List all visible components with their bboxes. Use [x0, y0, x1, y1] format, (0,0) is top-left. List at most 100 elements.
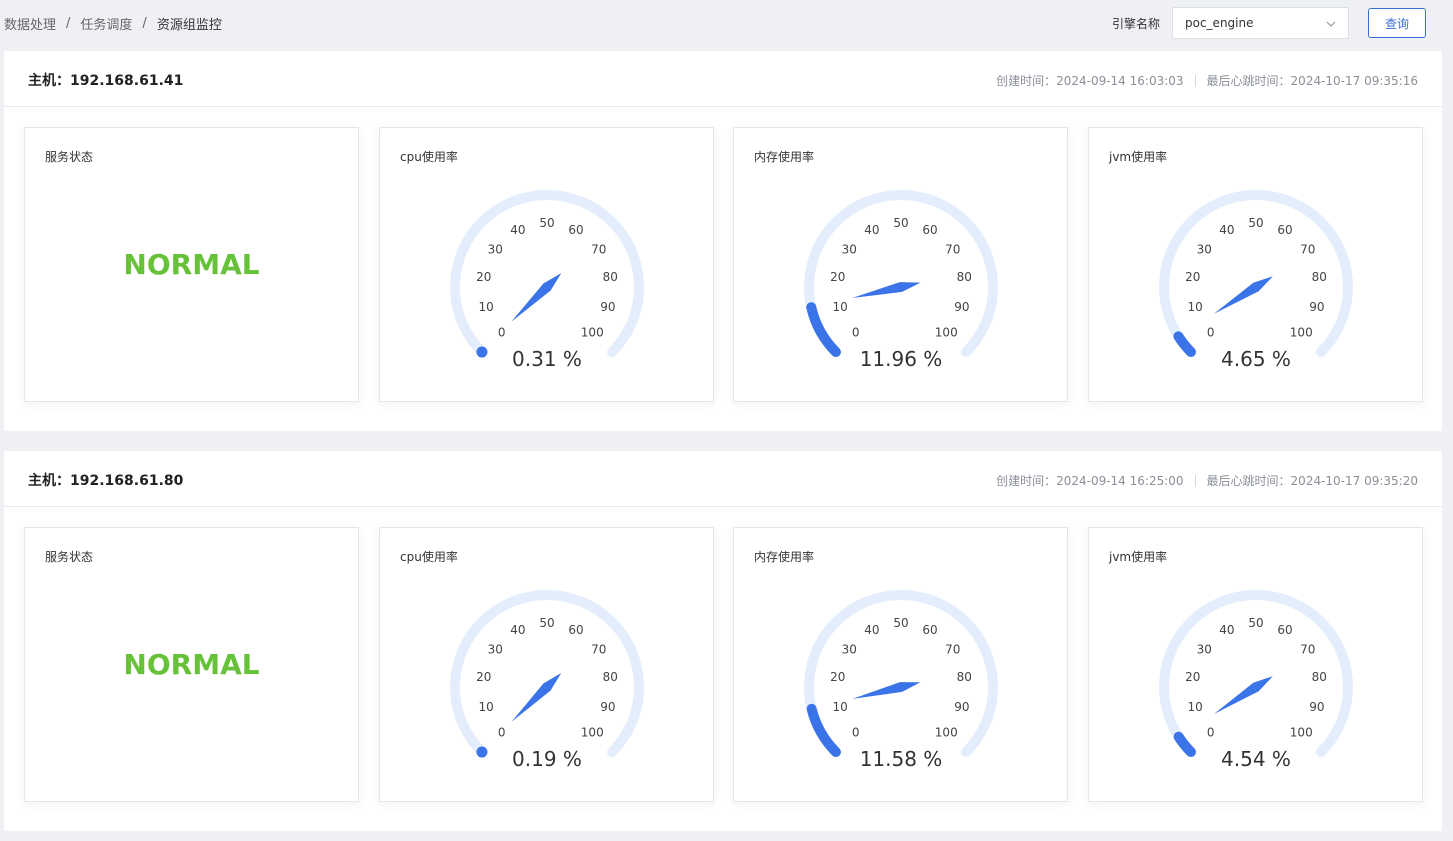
gauge-tick-label: 10 — [1187, 300, 1202, 314]
gauge-tick-label: 100 — [581, 725, 604, 739]
gauge-tick-label: 40 — [510, 223, 525, 237]
gauge-tick-label: 70 — [945, 242, 960, 256]
gauge-value: 4.65 % — [1221, 347, 1291, 371]
gauge-tick-label: 30 — [488, 242, 503, 256]
breadcrumb-item-data-processing[interactable]: 数据处理 — [4, 14, 56, 33]
gauge-tick-label: 60 — [568, 623, 583, 637]
gauge-pointer — [852, 282, 921, 298]
heartbeat-label: 最后心跳时间： — [1206, 74, 1291, 88]
gauge-pointer — [1213, 276, 1273, 314]
gauge-tick-label: 20 — [830, 670, 845, 684]
cpu-gauge: 0 10 20 30 40 50 60 70 80 90 100 0.19 % — [450, 590, 644, 771]
jvm-gauge-card: jvm使用率 0 10 20 30 40 50 60 70 80 90 100 4.54 % — [1088, 527, 1423, 802]
service-status-value: NORMAL — [123, 648, 260, 681]
host-title: 主机：192.168.61.80 — [28, 473, 184, 489]
gauge-tick-label: 50 — [893, 216, 908, 230]
gauge-tick-label: 70 — [1300, 642, 1315, 656]
gauge-tick-label: 30 — [1197, 642, 1212, 656]
host-panel: 主机：192.168.61.80 创建时间： 2024-09-14 16:25:… — [4, 451, 1442, 831]
gauge-tick-label: 10 — [832, 700, 847, 714]
host-header: 主机：192.168.61.41 创建时间： 2024-09-14 16:03:… — [4, 51, 1442, 107]
engine-label: 引擎名称 — [1112, 17, 1161, 31]
meta-divider — [1194, 74, 1196, 87]
gauge-tick-label: 30 — [842, 642, 857, 656]
gauge-tick-label: 10 — [478, 700, 493, 714]
gauge-tick-label: 70 — [591, 242, 606, 256]
gauge-tick-label: 20 — [476, 270, 491, 284]
gauge-value: 11.96 % — [860, 347, 943, 371]
card-title: 服务状态 — [45, 550, 94, 564]
top-bar: 数据处理 / 任务调度 / 资源组监控 引擎名称 poc_engine 查询 — [0, 0, 1453, 47]
memory-gauge: 0 10 20 30 40 50 60 70 80 90 100 11.96 % — [804, 190, 998, 371]
engine-select-value: poc_engine — [1185, 16, 1254, 30]
gauge-progress — [476, 746, 488, 758]
gauge-pointer — [852, 682, 921, 699]
gauge-progress — [1173, 331, 1196, 358]
created-label: 创建时间： — [996, 74, 1057, 88]
gauge-progress — [806, 302, 841, 358]
gauge-tick-label: 40 — [1219, 223, 1234, 237]
gauge-tick-label: 40 — [510, 623, 525, 637]
gauge-tick-label: 0 — [1207, 325, 1215, 339]
chevron-down-icon — [1326, 21, 1336, 27]
gauge-tick-label: 70 — [591, 642, 606, 656]
gauge-tick-label: 20 — [476, 670, 491, 684]
gauge-tick-label: 80 — [1312, 670, 1327, 684]
gauge-tick-label: 60 — [1277, 223, 1292, 237]
gauge-tick-label: 60 — [922, 623, 937, 637]
gauge-tick-label: 0 — [498, 325, 506, 339]
created-label: 创建时间： — [996, 474, 1057, 488]
service-status-card: 服务状态 NORMAL — [24, 527, 359, 802]
gauge-tick-label: 0 — [852, 725, 860, 739]
engine-select[interactable]: poc_engine — [1172, 7, 1349, 39]
gauge-tick-label: 50 — [893, 616, 908, 630]
gauge-tick-label: 90 — [1309, 300, 1324, 314]
gauge-pointer — [1213, 676, 1273, 715]
gauge-tick-label: 10 — [1187, 700, 1202, 714]
gauge-tick-label: 50 — [1248, 216, 1263, 230]
gauge-tick-label: 0 — [852, 325, 860, 339]
gauge-tick-label: 40 — [864, 623, 879, 637]
breadcrumb: 数据处理 / 任务调度 / 资源组监控 — [4, 14, 222, 33]
gauge-tick-label: 80 — [957, 270, 972, 284]
host-panel: 主机：192.168.61.41 创建时间： 2024-09-14 16:03:… — [4, 51, 1442, 431]
gauge-tick-label: 60 — [1277, 623, 1292, 637]
gauge-tick-label: 90 — [1309, 700, 1324, 714]
gauge-tick-label: 100 — [935, 725, 958, 739]
gauge-pointer — [511, 273, 562, 322]
gauge-pointer — [511, 672, 562, 723]
gauge-value: 0.31 % — [512, 347, 582, 371]
gauge-tick-label: 30 — [842, 242, 857, 256]
gauge-tick-label: 10 — [478, 300, 493, 314]
host-meta: 创建时间： 2024-09-14 16:03:03 最后心跳时间： 2024-1… — [996, 72, 1418, 89]
gauge-tick-label: 70 — [1300, 242, 1315, 256]
cpu-gauge-card: cpu使用率 0 10 20 30 40 50 60 70 80 90 100 0.19 % — [379, 527, 714, 802]
gauge-tick-label: 80 — [1312, 270, 1327, 284]
host-meta: 创建时间： 2024-09-14 16:25:00 最后心跳时间： 2024-1… — [996, 472, 1418, 489]
created-time: 2024-09-14 16:03:03 — [1056, 73, 1184, 88]
host-title: 主机：192.168.61.41 — [28, 73, 184, 89]
heartbeat-label: 最后心跳时间： — [1206, 474, 1291, 488]
heartbeat-time: 2024-10-17 09:35:16 — [1290, 73, 1418, 88]
gauge-tick-label: 80 — [603, 670, 618, 684]
query-button-label: 查询 — [1384, 16, 1409, 31]
gauge-tick-label: 80 — [603, 270, 618, 284]
gauge-tick-label: 30 — [488, 642, 503, 656]
gauge-tick-label: 90 — [954, 300, 969, 314]
gauge-tick-label: 40 — [1219, 623, 1234, 637]
gauge-tick-label: 60 — [568, 223, 583, 237]
breadcrumb-separator: / — [142, 16, 147, 31]
jvm-gauge-card: jvm使用率 0 10 20 30 40 50 60 70 80 90 100 4.65 % — [1088, 127, 1423, 402]
gauge-tick-label: 100 — [1290, 325, 1313, 339]
gauge-tick-label: 80 — [957, 670, 972, 684]
gauge-tick-label: 30 — [1197, 242, 1212, 256]
memory-gauge-card: 内存使用率 0 10 20 30 40 50 60 70 80 90 100 11.96 % — [733, 127, 1068, 402]
jvm-gauge: 0 10 20 30 40 50 60 70 80 90 100 4.65 % — [1159, 190, 1353, 371]
query-button[interactable]: 查询 — [1368, 8, 1426, 38]
gauge-tick-label: 20 — [830, 270, 845, 284]
gauge-tick-label: 50 — [1248, 616, 1263, 630]
breadcrumb-item-task-scheduling[interactable]: 任务调度 — [80, 14, 132, 33]
gauge-tick-label: 0 — [1207, 725, 1215, 739]
memory-gauge: 0 10 20 30 40 50 60 70 80 90 100 11.58 % — [804, 590, 998, 771]
gauge-tick-label: 50 — [539, 216, 554, 230]
